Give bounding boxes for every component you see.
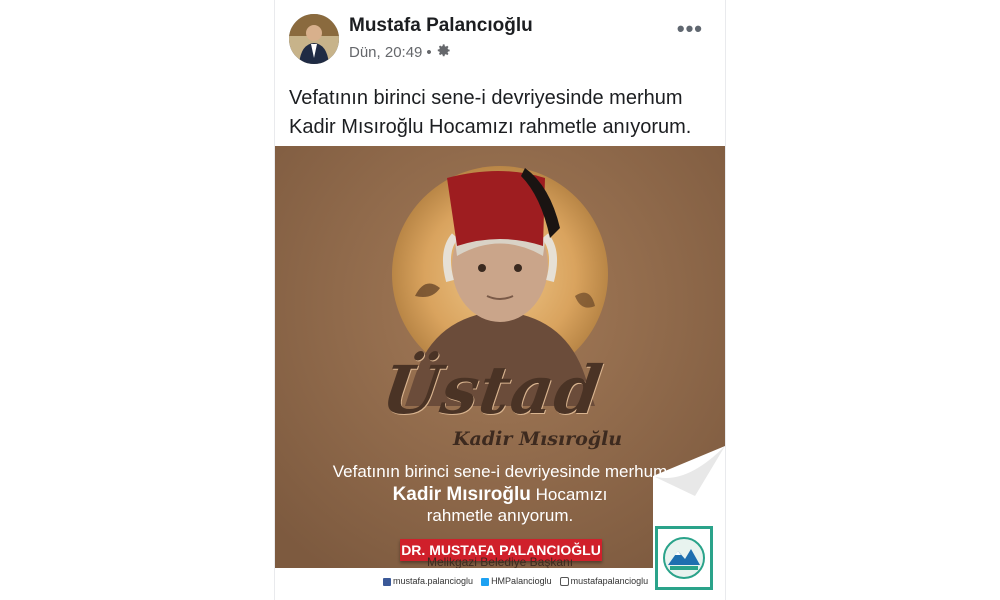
caption-line: Kadir Mısıroğlu Hocamızı rahmetle anıyor… [289, 116, 692, 138]
instagram-handle-text: mustafapalancioglu [570, 576, 649, 586]
image-message-line: Kadir Mısıroğlu Hocamızı [275, 484, 725, 506]
image-message-line: Vefatının birinci sene-i devriyesinde me… [332, 462, 668, 481]
instagram-handle: mustafapalancioglu [559, 576, 649, 587]
headline-text: Üstad [377, 351, 608, 429]
subject-name: Kadir Mısıroğlu [453, 428, 623, 450]
facebook-post: Mustafa Palancıoğlu Dün, 20:49 • ••• Vef… [275, 0, 725, 600]
avatar[interactable] [289, 14, 339, 64]
meta-separator: • [426, 44, 432, 61]
more-options-icon[interactable]: ••• [677, 16, 703, 42]
image-message-rest: Hocamızı [530, 485, 608, 504]
caption-line: Vefatının birinci sene-i devriyesinde me… [289, 87, 683, 109]
twitter-icon [481, 577, 490, 586]
twitter-handle-text: HMPalancioglu [491, 576, 552, 587]
post-meta: Dün, 20:49 • [349, 43, 451, 62]
gear-icon[interactable] [436, 43, 451, 62]
twitter-handle: HMPalancioglu [481, 576, 552, 586]
post-caption: Vefatının birinci sene-i devriyesinde me… [289, 84, 709, 142]
municipality-logo-icon [655, 526, 713, 590]
author-name[interactable]: Mustafa Palancıoğlu [349, 15, 533, 37]
post-image[interactable]: Üstad Kadir Mısıroğlu Vefatının birinci … [275, 146, 725, 600]
instagram-icon [559, 577, 569, 587]
image-message-line: rahmetle anıyorum. [426, 506, 574, 525]
image-message-bold: Kadir Mısıroğlu [392, 484, 531, 505]
social-handles: mustafa.palancioglu HMPalancioglu mustaf… [383, 576, 649, 587]
facebook-handle-text: mustafa.palancioglu [393, 576, 474, 587]
post-timestamp[interactable]: Dün, 20:49 [349, 44, 422, 61]
facebook-handle: mustafa.palancioglu [383, 576, 473, 586]
facebook-icon [383, 577, 391, 586]
